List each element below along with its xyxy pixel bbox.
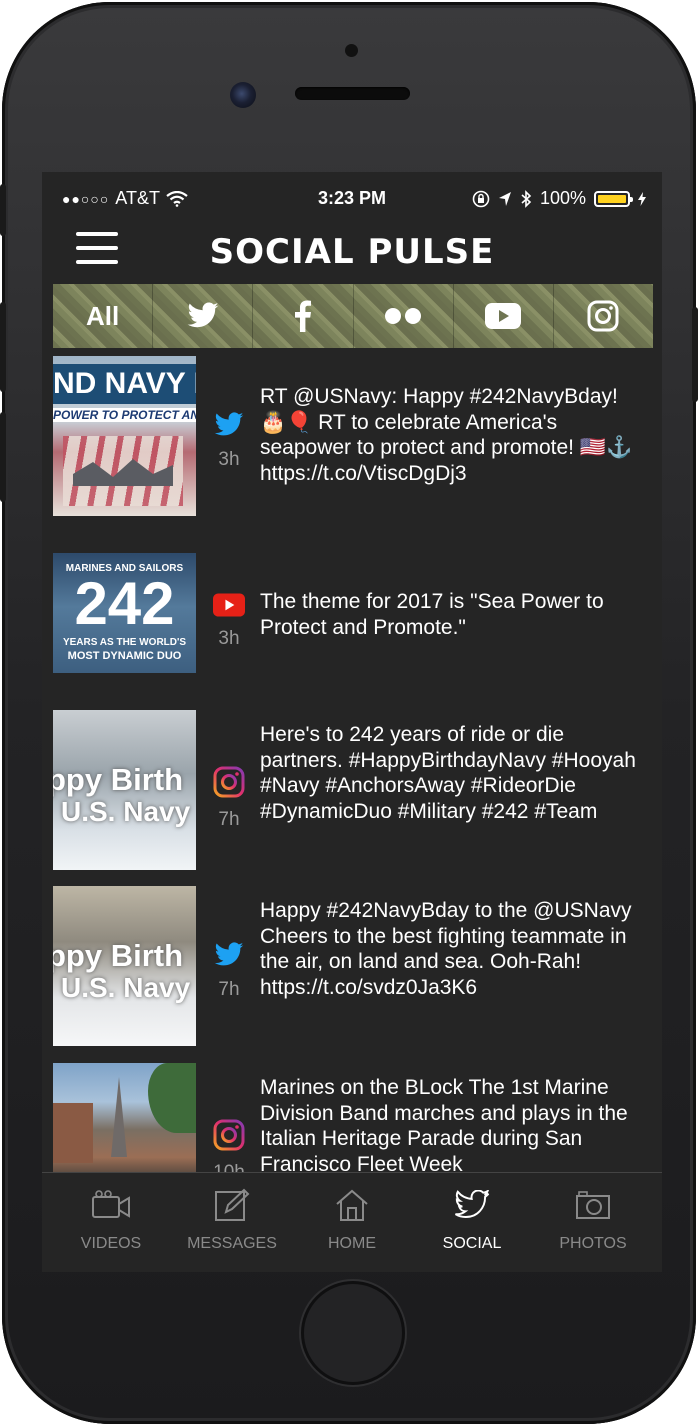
twitter-icon [214, 942, 244, 966]
post-thumbnail[interactable]: ppy Birth U.S. Navy [53, 886, 196, 1046]
thumbnail-caption: U.S. Navy [61, 796, 191, 827]
instagram-icon [213, 1119, 245, 1151]
bluetooth-icon [521, 189, 532, 208]
post-source: 3h [209, 593, 249, 650]
post-time-ago: 7h [218, 979, 240, 1000]
post-source: 3h [209, 412, 249, 471]
youtube-icon [485, 303, 522, 329]
tab-social-label: SOCIAL [442, 1235, 502, 1252]
post-thumbnail[interactable]: ND NAVY BIR POWER TO PROTECT AND PROM [53, 356, 196, 516]
filter-flickr[interactable] [354, 284, 454, 348]
proximity-sensor [345, 44, 358, 57]
thumbnail-caption: ppy Birth [53, 762, 184, 797]
power-button [692, 307, 698, 402]
status-bar: ●●○○○ AT&T 3:23 PM 100% [42, 184, 662, 214]
post-time-ago: 7h [218, 809, 240, 830]
mute-switch [0, 184, 6, 236]
tab-social[interactable]: SOCIAL [412, 1185, 532, 1253]
post-thumbnail[interactable]: ppy Birth U.S. Navy [53, 710, 196, 870]
tab-photos-label: PHOTOS [559, 1235, 627, 1252]
tab-home-label: HOME [328, 1235, 376, 1252]
tab-photos[interactable]: PHOTOS [533, 1185, 653, 1253]
earpiece-speaker [295, 87, 410, 100]
facebook-icon [294, 300, 311, 332]
tab-home[interactable]: HOME [292, 1185, 412, 1253]
post-source: 10h [209, 1119, 249, 1174]
thumbnail-caption: YEARS AS THE WORLD'S [62, 637, 187, 648]
instagram-icon [213, 766, 245, 798]
filter-twitter[interactable] [153, 284, 254, 348]
tab-messages-label: MESSAGES [187, 1235, 277, 1252]
page-title: SOCIAL PULSE [209, 232, 495, 272]
post-text: Marines on the BLock The 1st Marine Divi… [260, 1076, 628, 1174]
tab-videos[interactable]: VIDEOS [51, 1185, 171, 1253]
tab-messages[interactable]: MESSAGES [172, 1185, 292, 1253]
source-filter-bar: All [53, 284, 653, 348]
filter-youtube[interactable] [454, 284, 554, 348]
post-text: The theme for 2017 is "Sea Power to Prot… [260, 590, 604, 639]
thumbnail-caption: ND NAVY BIR [53, 367, 196, 400]
instagram-icon [587, 300, 619, 332]
youtube-icon [213, 593, 245, 617]
home-button[interactable] [301, 1281, 405, 1385]
flickr-icon [385, 308, 422, 324]
thumbnail-caption: U.S. Navy [61, 972, 191, 1003]
thumbnail-caption: POWER TO PROTECT AND PROM [53, 408, 196, 422]
camera-icon [576, 1191, 610, 1219]
rotation-lock-icon [472, 190, 490, 207]
post-text: Happy #242NavyBday to the @USNavy Cheers… [260, 899, 632, 999]
location-arrow-icon [498, 191, 511, 206]
app-header: SOCIAL PULSE [42, 224, 662, 276]
twitter-icon [214, 412, 244, 436]
thumbnail-caption: ppy Birth [53, 938, 184, 973]
filter-all[interactable]: All [53, 284, 154, 348]
social-feed[interactable]: ND NAVY BIR POWER TO PROTECT AND PROM 3h… [53, 356, 653, 1174]
post-thumbnail[interactable]: MARINES AND SAILORS 242 YEARS AS THE WOR… [53, 553, 196, 673]
post-text: RT @USNavy: Happy #242NavyBday! 🎂🎈 RT to… [260, 385, 633, 485]
app-screen: ●●○○○ AT&T 3:23 PM 100% SOCIAL PULSE All… [42, 172, 662, 1272]
home-icon [336, 1189, 368, 1221]
volume-down-button [0, 412, 6, 502]
filter-facebook[interactable] [253, 284, 354, 348]
battery-percentage: 100% [539, 188, 586, 208]
filter-all-label: All [85, 300, 120, 331]
post-source: 7h [209, 942, 249, 1001]
thumbnail-caption: MOST DYNAMIC DUO [67, 650, 182, 662]
post-time-ago: 3h [218, 449, 240, 470]
twitter-bird-icon [454, 1190, 490, 1218]
tab-videos-label: VIDEOS [80, 1235, 142, 1252]
compose-icon [215, 1188, 250, 1221]
charging-bolt-icon [638, 191, 646, 206]
post-thumbnail[interactable] [53, 1063, 196, 1174]
thumbnail-caption: 242 [74, 570, 175, 637]
video-camera-icon [92, 1190, 130, 1218]
filter-instagram[interactable] [554, 284, 653, 348]
post-time-ago: 3h [218, 628, 240, 649]
phone-frame: ●●○○○ AT&T 3:23 PM 100% SOCIAL PULSE All… [0, 2, 698, 1424]
twitter-icon [187, 302, 219, 328]
post-text: Here's to 242 years of ride or die partn… [260, 723, 636, 823]
volume-up-button [0, 302, 6, 392]
bottom-tab-bar: VIDEOS MESSAGES HOME SOCIAL PHOTOS [42, 1172, 662, 1272]
post-source: 7h [209, 766, 249, 831]
front-camera [230, 82, 256, 108]
battery-icon [594, 190, 633, 207]
